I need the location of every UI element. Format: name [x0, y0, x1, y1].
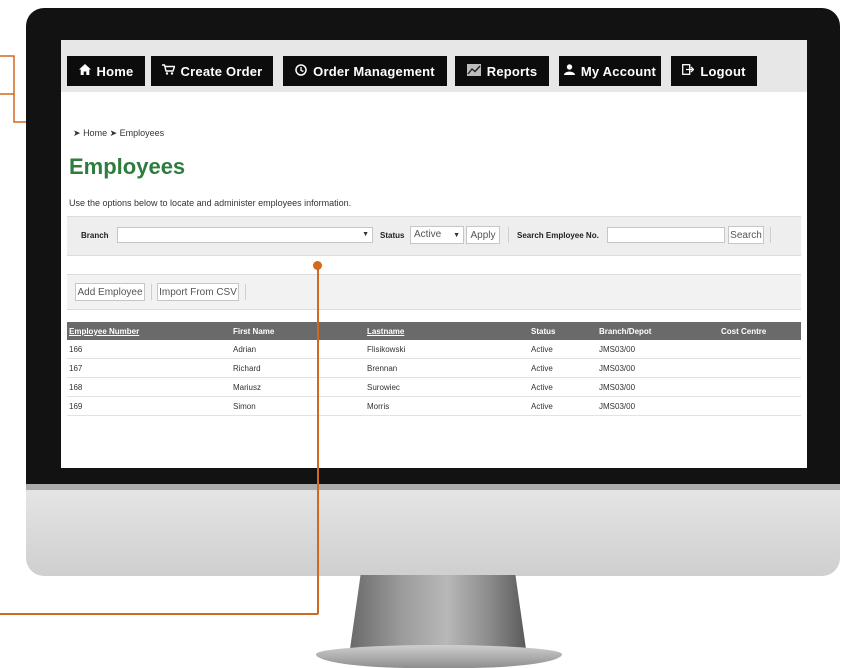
employees-table: Employee Number First Name Lastname Stat…: [67, 322, 801, 416]
nav-home-label: Home: [96, 63, 134, 79]
cell-employee-number: 166: [69, 345, 83, 354]
cell-branch-depot: JMS03/00: [599, 345, 636, 354]
nav-order-management[interactable]: Order Management: [283, 56, 447, 86]
cell-status: Active: [531, 364, 553, 373]
cell-status: Active: [531, 383, 553, 392]
breadcrumb-current: Employees: [119, 128, 165, 138]
nav-create-order[interactable]: Create Order: [151, 56, 273, 86]
logout-icon: [682, 64, 695, 78]
search-employee-label: Search Employee No.: [517, 231, 599, 240]
status-select[interactable]: Active ▼: [410, 226, 464, 244]
divider: [151, 284, 152, 300]
main-content: ➤ Home ➤ Employees Employees Use the opt…: [61, 92, 807, 468]
monitor-screen: Home Create Order Order Management Repor…: [61, 40, 807, 468]
nav-logout[interactable]: Logout: [671, 56, 757, 86]
table-row[interactable]: 168 Mariusz Surowiec Active JMS03/00: [67, 378, 801, 397]
table-row[interactable]: 166 Adrian Flisikowski Active JMS03/00: [67, 340, 801, 359]
cell-first-name: Richard: [233, 364, 261, 373]
branch-label: Branch: [81, 231, 109, 240]
cell-first-name: Mariusz: [233, 383, 262, 392]
user-icon: [563, 64, 575, 78]
page-description: Use the options below to locate and admi…: [69, 198, 352, 208]
chevron-down-icon: ▼: [453, 232, 460, 239]
cell-employee-number: 169: [69, 402, 83, 411]
cell-branch-depot: JMS03/00: [599, 364, 636, 373]
search-button[interactable]: Search: [728, 226, 764, 244]
nav-create-order-label: Create Order: [180, 63, 263, 79]
cell-lastname: Surowiec: [367, 383, 400, 392]
nav-home[interactable]: Home: [67, 56, 145, 86]
filter-bar: Branch ▼ Status Active ▼ Apply Search Em…: [67, 216, 801, 256]
nav-reports[interactable]: Reports: [455, 56, 549, 86]
nav-my-account-label: My Account: [580, 63, 657, 79]
import-csv-button[interactable]: Import From CSV: [157, 283, 239, 301]
monitor-chin-shadow: [26, 484, 840, 490]
cell-lastname: Brennan: [367, 364, 398, 373]
nav-logout-label: Logout: [700, 63, 746, 79]
action-bar: Add Employee Import From CSV: [67, 274, 801, 310]
cell-lastname: Morris: [367, 402, 390, 411]
home-icon: [78, 64, 91, 78]
status-select-value: Active: [414, 229, 442, 240]
col-first-name: First Name: [233, 327, 275, 336]
monitor-stand-base: [316, 645, 562, 668]
col-cost-centre: Cost Centre: [721, 327, 767, 336]
cell-employee-number: 167: [69, 364, 83, 373]
col-status: Status: [531, 327, 556, 336]
nav-reports-label: Reports: [486, 63, 538, 79]
table-header: Employee Number First Name Lastname Stat…: [67, 322, 801, 340]
breadcrumb-arrow-icon: ➤: [73, 128, 81, 138]
table-row[interactable]: 169 Simon Morris Active JMS03/00: [67, 397, 801, 416]
chevron-down-icon: ▼: [362, 231, 369, 238]
annotation-line-horizontal: [0, 613, 318, 615]
cell-lastname: Flisikowski: [367, 345, 406, 354]
status-label: Status: [380, 231, 405, 240]
nav-order-management-label: Order Management: [313, 63, 435, 79]
breadcrumb-arrow-icon: ➤: [109, 128, 118, 138]
chart-icon: [466, 63, 481, 79]
cell-first-name: Simon: [233, 402, 256, 411]
clock-icon: [295, 63, 307, 79]
annotation-dot: [313, 261, 322, 270]
cart-icon: [161, 64, 176, 78]
table-row[interactable]: 167 Richard Brennan Active JMS03/00: [67, 359, 801, 378]
cell-branch-depot: JMS03/00: [599, 383, 636, 392]
add-employee-button[interactable]: Add Employee: [75, 283, 145, 301]
apply-button[interactable]: Apply: [466, 226, 500, 244]
top-nav-bar: Home Create Order Order Management Repor…: [61, 40, 807, 92]
cell-status: Active: [531, 345, 553, 354]
nav-my-account[interactable]: My Account: [559, 56, 661, 86]
monitor-chin: [26, 484, 840, 576]
search-employee-input[interactable]: [607, 227, 725, 243]
branch-select[interactable]: ▼: [117, 227, 373, 243]
divider: [770, 227, 771, 243]
breadcrumb: ➤ Home ➤ Employees: [73, 128, 164, 139]
cell-employee-number: 168: [69, 383, 83, 392]
divider: [245, 284, 246, 300]
annotation-line-vertical: [317, 266, 319, 614]
divider: [508, 227, 509, 243]
cell-first-name: Adrian: [233, 345, 257, 354]
monitor-stand-neck: [350, 575, 526, 649]
cell-branch-depot: JMS03/00: [599, 402, 636, 411]
page-title: Employees: [69, 154, 186, 179]
col-lastname[interactable]: Lastname: [367, 327, 404, 336]
cell-status: Active: [531, 402, 553, 411]
breadcrumb-home[interactable]: Home: [83, 128, 107, 138]
col-branch-depot: Branch/Depot: [599, 327, 652, 336]
col-employee-number[interactable]: Employee Number: [69, 327, 139, 336]
